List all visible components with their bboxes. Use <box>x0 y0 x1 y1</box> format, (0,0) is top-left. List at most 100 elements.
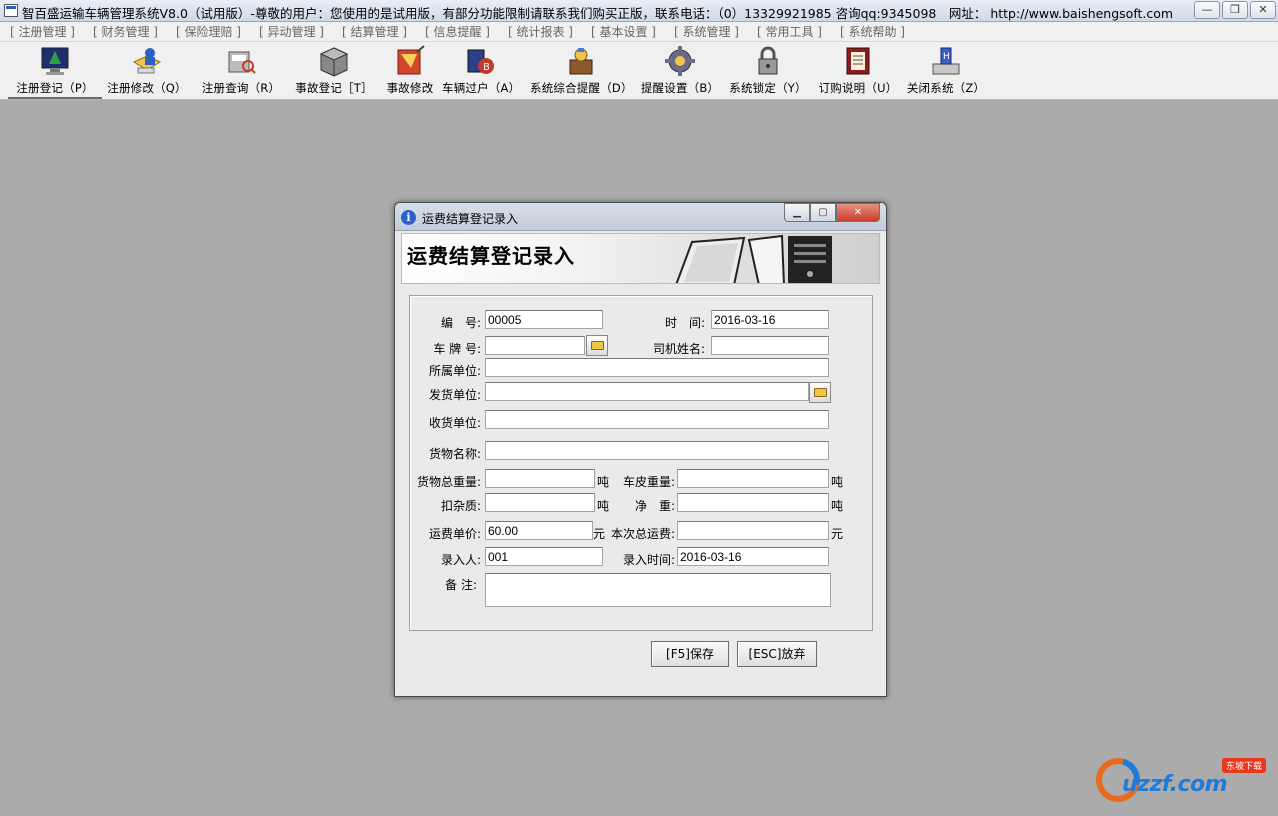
tool-query-register[interactable]: 注册查询（R） <box>196 44 286 99</box>
folder-icon <box>814 388 827 397</box>
minimize-button[interactable]: — <box>1194 1 1220 19</box>
shipper-input[interactable] <box>485 382 809 401</box>
menu-help[interactable]: [ 系统帮助 ] <box>840 23 905 40</box>
number-input[interactable] <box>485 310 603 329</box>
dialog-banner: 运费结算登记录入 <box>401 233 880 284</box>
plate-input[interactable] <box>485 336 585 355</box>
total-fee-label: 本次总运费: <box>610 527 675 541</box>
unit-label: 所属单位: <box>428 364 481 378</box>
receiver-input[interactable] <box>485 410 829 429</box>
dialog-minimize-button[interactable]: ▁ <box>784 203 810 222</box>
menu-settlement[interactable]: [ 结算管理 ] <box>342 23 407 40</box>
gross-weight-unit: 吨 <box>597 475 610 489</box>
net-weight-input[interactable] <box>677 493 829 512</box>
banner-title: 运费结算登记录入 <box>407 244 575 268</box>
time-input[interactable] <box>711 310 829 329</box>
save-button[interactable]: [F5]保存 <box>651 641 729 667</box>
entry-time-label: 录入时间: <box>622 553 675 567</box>
computer-illustration <box>675 234 832 283</box>
tool-vehicle-transfer[interactable]: B 车辆过户（A） <box>442 44 520 99</box>
settlement-dialog: i 运费结算登记录入 ▁ ▢ ✕ 运费结算登记录入 编 号: 时 间: 车 牌 … <box>394 202 887 697</box>
window-title: 智百盛运输车辆管理系统V8.0（试用版）-尊敬的用户：您使用的是试用版，有部分功… <box>22 6 1174 21</box>
window-controls: — ❐ ✕ <box>1194 1 1276 19</box>
driver-input[interactable] <box>711 336 829 355</box>
menu-tools[interactable]: [ 常用工具 ] <box>757 23 822 40</box>
reminder-icon <box>569 48 593 75</box>
gross-weight-label: 货物总重量: <box>416 475 481 489</box>
dialog-maximize-button[interactable]: ▢ <box>810 203 836 222</box>
shipper-label: 发货单位: <box>428 388 481 402</box>
menu-reminders[interactable]: [ 信息提醒 ] <box>425 23 490 40</box>
menu-changes[interactable]: [ 异动管理 ] <box>259 23 324 40</box>
transfer-icon: B <box>467 49 494 74</box>
accident-box-icon <box>319 47 349 77</box>
total-fee-input[interactable] <box>677 521 829 540</box>
total-fee-unit: 元 <box>831 527 844 541</box>
shipper-browse-button[interactable] <box>809 382 831 403</box>
tool-accident-register[interactable]: 事故登记［T］ <box>290 44 378 99</box>
svg-text:B: B <box>483 62 490 73</box>
menu-register[interactable]: [ 注册管理 ] <box>10 23 75 40</box>
info-icon: i <box>401 210 416 225</box>
watermark-logo: 东坡下载 uzzf.com <box>1087 749 1272 811</box>
cancel-button[interactable]: [ESC]放弃 <box>737 641 817 667</box>
entry-time-input[interactable] <box>677 547 829 566</box>
menu-system[interactable]: [ 系统管理 ] <box>674 23 739 40</box>
tare-weight-unit: 吨 <box>831 475 844 489</box>
unit-price-input[interactable] <box>485 521 593 540</box>
menu-basic-settings[interactable]: [ 基本设置 ] <box>591 23 656 40</box>
dialog-controls: ▁ ▢ ✕ <box>784 203 880 222</box>
accident-edit-icon <box>397 45 425 75</box>
tare-weight-label: 车皮重量: <box>622 475 675 489</box>
menu-insurance[interactable]: [ 保险理赔 ] <box>176 23 241 40</box>
impurity-input[interactable] <box>485 493 595 512</box>
search-query-icon <box>228 51 256 74</box>
watermark-brand: uzzf.com <box>1122 772 1228 797</box>
tool-accident-edit[interactable]: 事故修改 <box>382 44 438 99</box>
receiver-label: 收货单位: <box>428 416 481 430</box>
net-weight-unit: 吨 <box>831 499 844 513</box>
restore-button[interactable]: ❐ <box>1222 1 1248 19</box>
tool-order-info[interactable]: 订购说明（U） <box>818 44 898 99</box>
tool-reminder-settings[interactable]: 提醒设置（B） <box>640 44 720 99</box>
close-button[interactable]: ✕ <box>1250 1 1276 19</box>
tare-weight-input[interactable] <box>677 469 829 488</box>
time-label: 时 间: <box>664 316 705 330</box>
net-weight-label: 净 重: <box>634 499 675 513</box>
entered-by-label: 录入人: <box>440 553 481 567</box>
tool-system-lock[interactable]: 系统锁定（Y） <box>728 44 808 99</box>
remark-textarea[interactable] <box>485 573 831 607</box>
app-icon <box>4 4 18 17</box>
dialog-close-button[interactable]: ✕ <box>836 203 880 222</box>
plate-browse-button[interactable] <box>586 335 608 356</box>
tool-system-reminder[interactable]: 系统综合提醒（D） <box>530 44 632 99</box>
tool-edit-register[interactable]: 注册修改（Q） <box>104 44 190 99</box>
impurity-label: 扣杂质: <box>440 499 481 513</box>
remark-label: 备 注: <box>445 578 477 592</box>
edit-user-icon <box>132 48 162 74</box>
unit-input[interactable] <box>485 358 829 377</box>
number-label: 编 号: <box>440 316 481 330</box>
svg-text:H: H <box>943 52 950 62</box>
dialog-title-bar[interactable]: i 运费结算登记录入 ▁ ▢ ✕ <box>395 203 886 231</box>
toolbar: 注册登记（P） 注册修改（Q） 注册查询（R） 事故登记［T］ 事故修改 B 车… <box>0 42 1278 100</box>
goods-label: 货物名称: <box>428 447 481 461</box>
driver-label: 司机姓名: <box>652 342 705 356</box>
dialog-title: 运费结算登记录入 <box>422 212 519 226</box>
book-icon <box>846 47 870 75</box>
menu-reports[interactable]: [ 统计报表 ] <box>508 23 573 40</box>
entered-by-input[interactable] <box>485 547 603 566</box>
menu-bar: [ 注册管理 ] [ 财务管理 ] [ 保险理赔 ] [ 异动管理 ] [ 结算… <box>0 22 1278 42</box>
lock-icon <box>758 46 778 75</box>
tool-register[interactable]: 注册登记（P） <box>8 44 102 99</box>
unit-price-unit: 元 <box>593 527 606 541</box>
gross-weight-input[interactable] <box>485 469 595 488</box>
shutdown-icon: H <box>932 47 960 75</box>
watermark-badge: 东坡下载 <box>1221 758 1266 773</box>
goods-input[interactable] <box>485 441 829 460</box>
tool-close-system[interactable]: H 关闭系统（Z） <box>906 44 986 99</box>
settings-gear-icon <box>665 46 695 76</box>
menu-finance[interactable]: [ 财务管理 ] <box>93 23 158 40</box>
folder-icon <box>591 341 604 350</box>
unit-price-label: 运费单价: <box>428 527 481 541</box>
